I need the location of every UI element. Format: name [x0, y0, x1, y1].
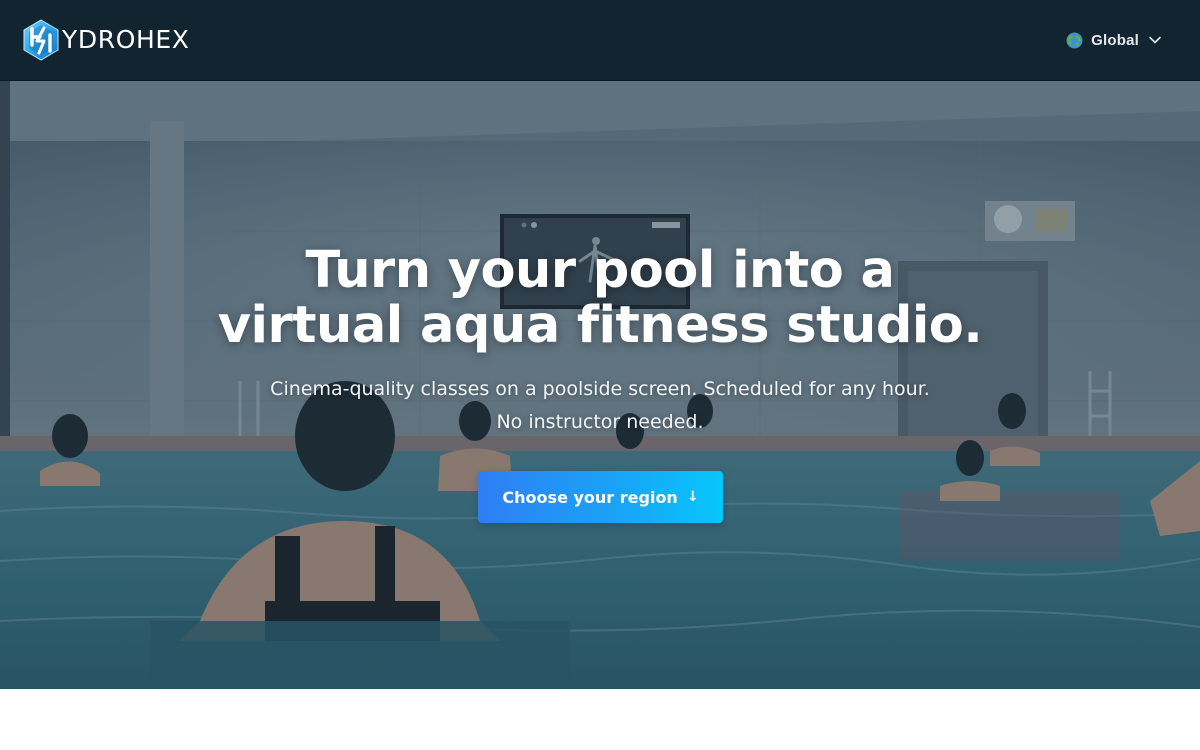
globe-icon: [1066, 32, 1083, 48]
chevron-down-icon: [1149, 36, 1161, 44]
brand-logo[interactable]: YDROHEX: [22, 19, 190, 61]
site-header: YDROHEX Global: [0, 0, 1200, 81]
hero-content: Turn your pool into a virtual aqua fitne…: [0, 81, 1200, 689]
brand-wordmark: YDROHEX: [62, 25, 190, 54]
region-selector[interactable]: Global: [1066, 27, 1162, 53]
hero-title-line-1: Turn your pool into a: [305, 241, 895, 300]
below-fold-section: [0, 689, 1200, 750]
arrow-down-icon: ↓: [686, 489, 699, 505]
region-label: Global: [1091, 31, 1139, 49]
hero-section: Turn your pool into a virtual aqua fitne…: [0, 81, 1200, 689]
hero-title: Turn your pool into a virtual aqua fitne…: [150, 243, 1050, 353]
hydrohex-logo-icon: [23, 19, 59, 61]
hero-subtitle: Cinema-quality classes on a poolside scr…: [200, 373, 1000, 439]
hero-title-line-2: virtual aqua fitness studio.: [217, 296, 983, 355]
hero-subtitle-line-2: No instructor needed.: [496, 411, 704, 433]
choose-region-button[interactable]: Choose your region ↓: [478, 471, 723, 523]
choose-region-button-label: Choose your region: [502, 487, 678, 507]
hero-subtitle-line-1: Cinema-quality classes on a poolside scr…: [270, 378, 930, 400]
